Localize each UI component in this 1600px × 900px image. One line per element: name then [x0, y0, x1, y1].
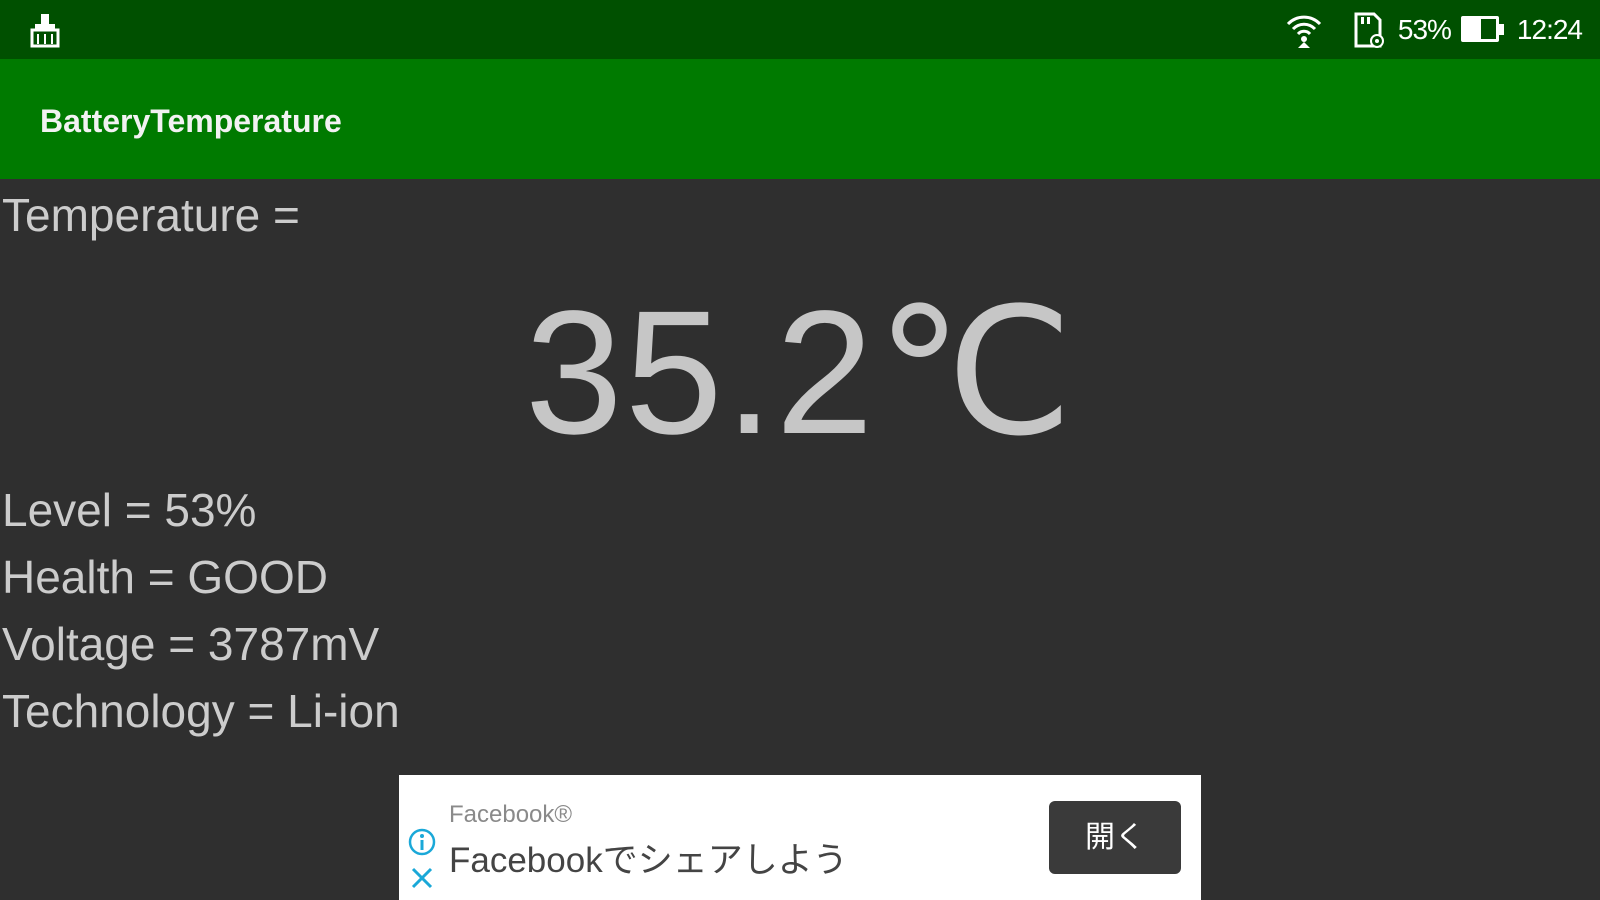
clock: 12:24 [1516, 13, 1583, 45]
ad-banner[interactable]: Facebook® Facebookでシェアしよう 開く [399, 775, 1201, 900]
wifi-icon [1286, 15, 1321, 48]
screen: 53% 12:24 BatteryTemperature Temperature… [0, 0, 1600, 900]
close-icon[interactable] [409, 865, 435, 891]
battery-percent: 53% [1397, 13, 1452, 45]
level-text: Level = 53% [2, 484, 257, 536]
ad-advertiser: Facebook® [449, 801, 573, 828]
temperature-value: 35.2℃ [524, 275, 1076, 471]
battery-icon [1460, 15, 1507, 45]
app-bar: BatteryTemperature [0, 59, 1600, 179]
status-bar: 53% 12:24 [0, 0, 1600, 59]
voltage-text: Voltage = 3787mV [2, 618, 380, 670]
cleaner-icon[interactable] [26, 12, 64, 48]
temperature-label: Temperature = [2, 189, 300, 241]
ad-headline[interactable]: Facebookでシェアしよう [449, 832, 848, 883]
ad-open-button[interactable]: 開く [1049, 801, 1181, 874]
sd-card-icon [1354, 12, 1384, 48]
app-title: BatteryTemperature [40, 103, 342, 139]
info-icon[interactable] [407, 827, 437, 857]
health-text: Health = GOOD [2, 551, 328, 603]
status-icons: 53% 12:24 [1284, 0, 1583, 59]
technology-text: Technology = Li-ion [2, 685, 400, 737]
